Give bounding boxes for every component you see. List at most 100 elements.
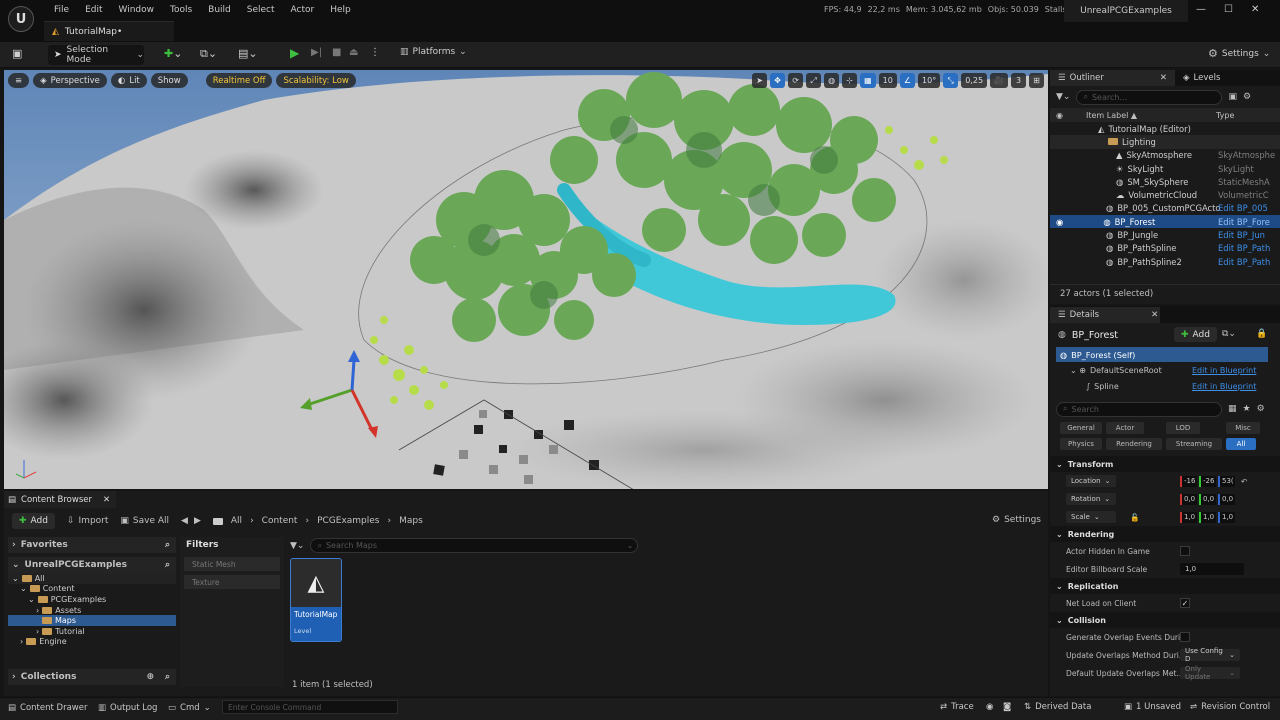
- record-icon[interactable]: ◉: [986, 702, 993, 712]
- filter-icon[interactable]: ▼⌄: [290, 541, 304, 551]
- filter-rendering[interactable]: Rendering: [1106, 438, 1162, 450]
- menu-help[interactable]: Help: [322, 5, 359, 15]
- search-icon[interactable]: ⌕: [165, 540, 170, 550]
- close-icon[interactable]: ✕: [103, 495, 110, 505]
- tab-levels[interactable]: ◈ Levels: [1175, 70, 1228, 86]
- component-row-selected[interactable]: ◍ BP_Forest (Self): [1056, 347, 1268, 362]
- back-icon[interactable]: ◀: [181, 516, 188, 526]
- play-icon[interactable]: ▶: [290, 46, 299, 60]
- document-tab[interactable]: ◭ TutorialMap•: [44, 21, 174, 41]
- scale-y[interactable]: 1,0: [1199, 511, 1216, 523]
- revision-control-button[interactable]: ⇌ Revision Control: [1190, 702, 1270, 712]
- filter-all[interactable]: All: [1226, 438, 1256, 450]
- filter-chip[interactable]: Static Mesh: [184, 557, 280, 571]
- asset-search-input[interactable]: ⌕ Search Maps ⌄: [310, 538, 639, 553]
- save-all-button[interactable]: ▣ Save All: [120, 516, 169, 526]
- maximize-viewport-icon[interactable]: ⊞: [1029, 73, 1044, 88]
- derived-data-button[interactable]: ⇅ Derived Data: [1024, 702, 1091, 712]
- gear-icon[interactable]: ⚙: [1257, 404, 1265, 414]
- billboard-scale-input[interactable]: 1,0: [1180, 563, 1244, 575]
- filter-misc[interactable]: Misc: [1226, 422, 1260, 434]
- outliner-row-selected[interactable]: ◉ ◍ BP_Forest Edit BP_Fore: [1050, 215, 1280, 229]
- favorites-header[interactable]: › Favorites ⌕: [8, 537, 176, 553]
- tree-item[interactable]: › Tutorial: [8, 626, 176, 637]
- outliner-row[interactable]: ☀ SkyLight SkyLight: [1050, 162, 1280, 175]
- collections-header[interactable]: › Collections ⊕ ⌕: [8, 669, 176, 685]
- maximize-icon[interactable]: ☐: [1224, 4, 1233, 15]
- close-icon[interactable]: ✕: [1151, 310, 1158, 320]
- rotate-tool-icon[interactable]: ⟳: [788, 73, 804, 88]
- rotation-y[interactable]: 0,0: [1199, 493, 1216, 505]
- realtime-off-badge[interactable]: Realtime Off: [205, 73, 273, 88]
- lock-icon[interactable]: 🔒: [1256, 329, 1267, 339]
- camera-speed-icon[interactable]: 🎥: [990, 73, 1008, 88]
- rotation-snap-value[interactable]: 10°: [918, 73, 941, 88]
- row-type[interactable]: Edit BP_Path: [1218, 257, 1276, 267]
- details-search-input[interactable]: ⌕ Search: [1056, 401, 1222, 417]
- grid-snap-icon[interactable]: ▦: [860, 73, 876, 88]
- cb-settings-button[interactable]: ⚙ Settings: [992, 515, 1041, 525]
- eject-icon[interactable]: ⏏: [349, 47, 358, 58]
- output-log-button[interactable]: ▥ Output Log: [98, 703, 157, 713]
- add-button[interactable]: ✚ Add: [12, 513, 55, 529]
- row-type[interactable]: Edit BP_Fore: [1218, 217, 1276, 227]
- settings-button[interactable]: ⚙ Settings ⌄: [1208, 47, 1270, 60]
- outliner-row[interactable]: ◍ BP_005_CustomPCGActo Edit BP_005: [1050, 202, 1280, 215]
- col-type[interactable]: Type: [1216, 111, 1234, 120]
- filter-physics[interactable]: Physics: [1060, 438, 1102, 450]
- import-button[interactable]: ⇩ Import: [67, 516, 108, 526]
- menu-actor[interactable]: Actor: [283, 5, 323, 15]
- section-rendering[interactable]: ⌄ Rendering: [1050, 526, 1280, 542]
- breadcrumb-item[interactable]: PCGExamples: [317, 516, 379, 526]
- tree-item[interactable]: ⌄ Content: [8, 584, 176, 595]
- tree-item[interactable]: › Engine: [8, 637, 176, 648]
- tree-item[interactable]: › Assets: [8, 605, 176, 616]
- perspective-button[interactable]: ◈ Perspective: [33, 73, 107, 88]
- lit-button[interactable]: ◐ Lit: [110, 73, 147, 88]
- actor-hidden-checkbox[interactable]: [1180, 546, 1190, 556]
- add-collection-icon[interactable]: ⊕: [146, 672, 154, 682]
- select-tool-icon[interactable]: ➤: [752, 73, 768, 88]
- update-method-dropdown[interactable]: Use Config D ⌄: [1180, 647, 1240, 663]
- location-z[interactable]: 53(: [1218, 475, 1235, 487]
- project-header[interactable]: ⌄ UnrealPCGExamples ⌕: [8, 557, 176, 573]
- section-replication[interactable]: ⌄ Replication: [1050, 578, 1280, 594]
- stop-icon[interactable]: ■: [332, 47, 341, 58]
- add-folder-icon[interactable]: ▣: [1228, 92, 1237, 102]
- rotation-x[interactable]: 0,0: [1180, 493, 1197, 505]
- asset-tile[interactable]: ◭ TutorialMap Level: [290, 558, 342, 642]
- tree-item[interactable]: ⌄ All: [8, 573, 176, 584]
- content-drawer-button[interactable]: ▤ Content Drawer: [8, 703, 87, 713]
- breadcrumb-item[interactable]: Content: [262, 516, 298, 526]
- unsaved-button[interactable]: ▣ 1 Unsaved: [1124, 702, 1181, 712]
- visibility-icon[interactable]: ◉: [1056, 217, 1063, 227]
- menu-build[interactable]: Build: [200, 5, 239, 15]
- filter-chip[interactable]: Texture: [184, 575, 280, 589]
- scale-snap-icon[interactable]: ⤡: [943, 73, 959, 88]
- location-y[interactable]: -26: [1199, 475, 1216, 487]
- scale-z[interactable]: 1,0: [1218, 511, 1235, 523]
- blueprint-icon[interactable]: ⧉⌄: [200, 47, 217, 61]
- camera-icon[interactable]: ◙: [1003, 702, 1011, 712]
- menu-window[interactable]: Window: [111, 5, 163, 15]
- rotation-dropdown[interactable]: Rotation ⌄: [1066, 493, 1116, 505]
- step-icon[interactable]: ▶|: [311, 47, 322, 58]
- outliner-row[interactable]: ☁ VolumetricCloud VolumetricC: [1050, 188, 1280, 201]
- filter-general[interactable]: General: [1060, 422, 1102, 434]
- component-row[interactable]: ⌄ ⊕ DefaultSceneRoot Edit in Blueprint: [1056, 362, 1268, 378]
- tab-details[interactable]: ☰ Details ✕: [1050, 306, 1160, 323]
- tree-item[interactable]: ⌄ PCGExamples: [8, 594, 176, 605]
- rotation-snap-icon[interactable]: ∠: [899, 73, 916, 88]
- world-space-icon[interactable]: ◍: [824, 73, 840, 88]
- outliner-row[interactable]: ▲ SkyAtmosphere SkyAtmosphe: [1050, 149, 1280, 162]
- default-update-dropdown[interactable]: Only Update ⌄: [1180, 665, 1240, 681]
- component-row[interactable]: ∫ Spline Edit in Blueprint: [1056, 378, 1268, 394]
- outliner-row[interactable]: ◭ TutorialMap (Editor): [1050, 122, 1280, 135]
- filter-lod[interactable]: LOD: [1166, 422, 1200, 434]
- grid-snap-value[interactable]: 10: [878, 73, 897, 88]
- location-x[interactable]: -16: [1180, 475, 1197, 487]
- close-icon[interactable]: ✕: [1160, 73, 1167, 83]
- location-dropdown[interactable]: Location ⌄: [1066, 475, 1116, 487]
- trace-button[interactable]: ⇄ Trace: [940, 702, 974, 712]
- save-icon[interactable]: ▣: [12, 47, 22, 60]
